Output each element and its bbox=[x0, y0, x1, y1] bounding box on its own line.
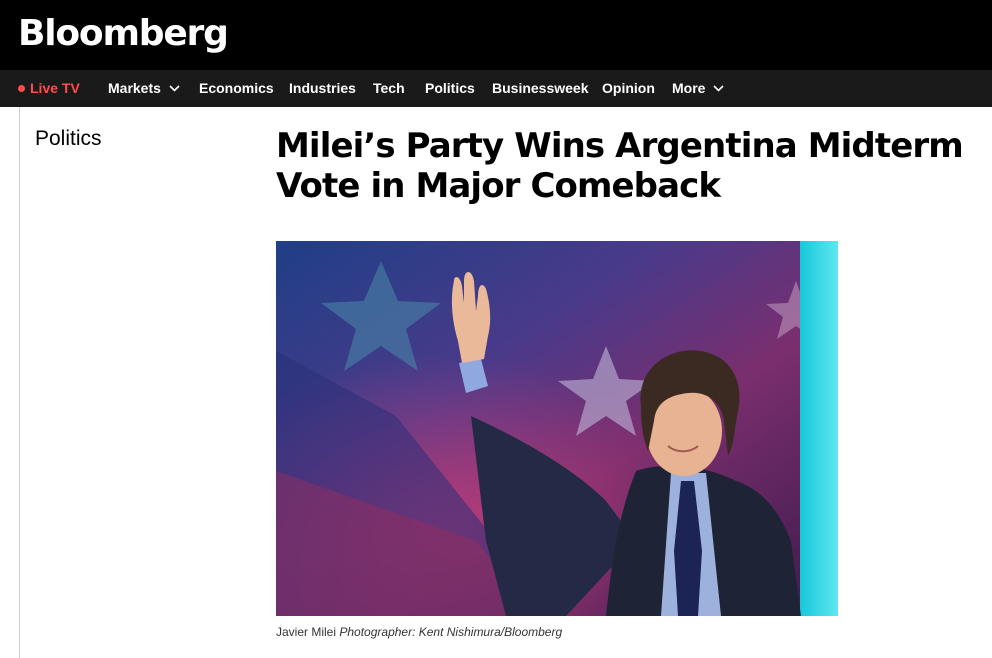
headline-line-1: Milei’s Party Wins Argentina Midterm bbox=[276, 126, 964, 166]
article-headline: Milei’s Party Wins Argentina Midterm Vot… bbox=[276, 126, 976, 206]
chevron-down-icon bbox=[169, 85, 180, 92]
caption-subject: Javier Milei bbox=[276, 625, 337, 639]
photo-caption: Javier Milei Photographer: Kent Nishimur… bbox=[276, 624, 562, 640]
nav-opinion[interactable]: Opinion bbox=[602, 70, 655, 107]
nav-politics[interactable]: Politics bbox=[425, 70, 475, 107]
headline-line-2: Vote in Major Comeback bbox=[276, 166, 721, 206]
bloomberg-logo[interactable]: Bloomberg bbox=[18, 11, 229, 57]
main-nav: Live TV Markets Economics Industries Tec… bbox=[0, 70, 992, 107]
nav-markets-label: Markets bbox=[108, 80, 161, 96]
nav-more-label: More bbox=[672, 80, 706, 96]
nav-businessweek[interactable]: Businessweek bbox=[492, 70, 589, 107]
nav-economics[interactable]: Economics bbox=[199, 70, 274, 107]
nav-more[interactable]: More bbox=[672, 70, 724, 107]
masthead: Bloomberg bbox=[0, 0, 992, 70]
nav-live-tv-label: Live TV bbox=[30, 80, 80, 96]
caption-credit: Photographer: Kent Nishimura/Bloomberg bbox=[339, 625, 563, 639]
nav-industries[interactable]: Industries bbox=[289, 70, 356, 107]
left-divider bbox=[19, 107, 20, 658]
nav-tech[interactable]: Tech bbox=[373, 70, 405, 107]
chevron-down-icon bbox=[713, 85, 724, 92]
nav-live-tv[interactable]: Live TV bbox=[18, 70, 80, 107]
article-photo bbox=[276, 241, 838, 616]
live-dot-icon bbox=[18, 85, 25, 92]
section-label[interactable]: Politics bbox=[35, 125, 102, 153]
nav-markets[interactable]: Markets bbox=[108, 70, 180, 107]
